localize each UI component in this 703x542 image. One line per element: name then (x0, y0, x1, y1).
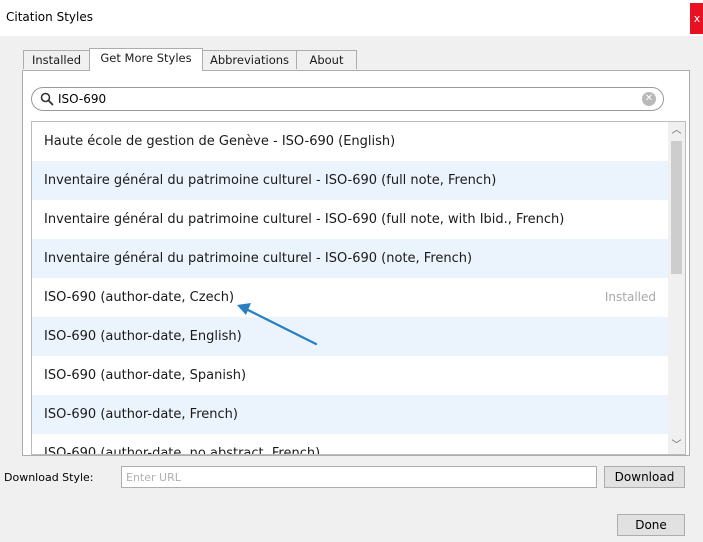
search-icon (40, 92, 54, 106)
close-button[interactable]: x (690, 3, 703, 34)
search-input[interactable] (58, 90, 628, 108)
title-bar: Citation Styles x (0, 0, 703, 36)
tab-get-more-styles[interactable]: Get More Styles (89, 48, 203, 71)
annotation-arrow-icon (237, 303, 318, 346)
search-field[interactable]: ✕ (31, 87, 664, 111)
chevron-down-icon[interactable]: ﹀ (668, 437, 685, 454)
done-button[interactable]: Done (617, 514, 685, 536)
tab-installed[interactable]: Installed (23, 50, 90, 69)
download-style-label: Download Style: (4, 471, 94, 484)
tab-abbreviations[interactable]: Abbreviations (202, 50, 297, 69)
tab-about[interactable]: About (296, 50, 357, 69)
window-title: Citation Styles (6, 10, 93, 24)
styles-list[interactable]: Haute école de gestion de Genève - ISO-6… (31, 121, 686, 455)
clear-search-icon[interactable]: ✕ (642, 92, 656, 106)
list-scrollbar[interactable]: ︿ ﹀ (668, 122, 685, 454)
chevron-up-icon[interactable]: ︿ (668, 122, 685, 139)
scroll-thumb[interactable] (671, 141, 682, 274)
download-button[interactable]: Download (604, 466, 685, 488)
url-input[interactable] (121, 466, 597, 488)
